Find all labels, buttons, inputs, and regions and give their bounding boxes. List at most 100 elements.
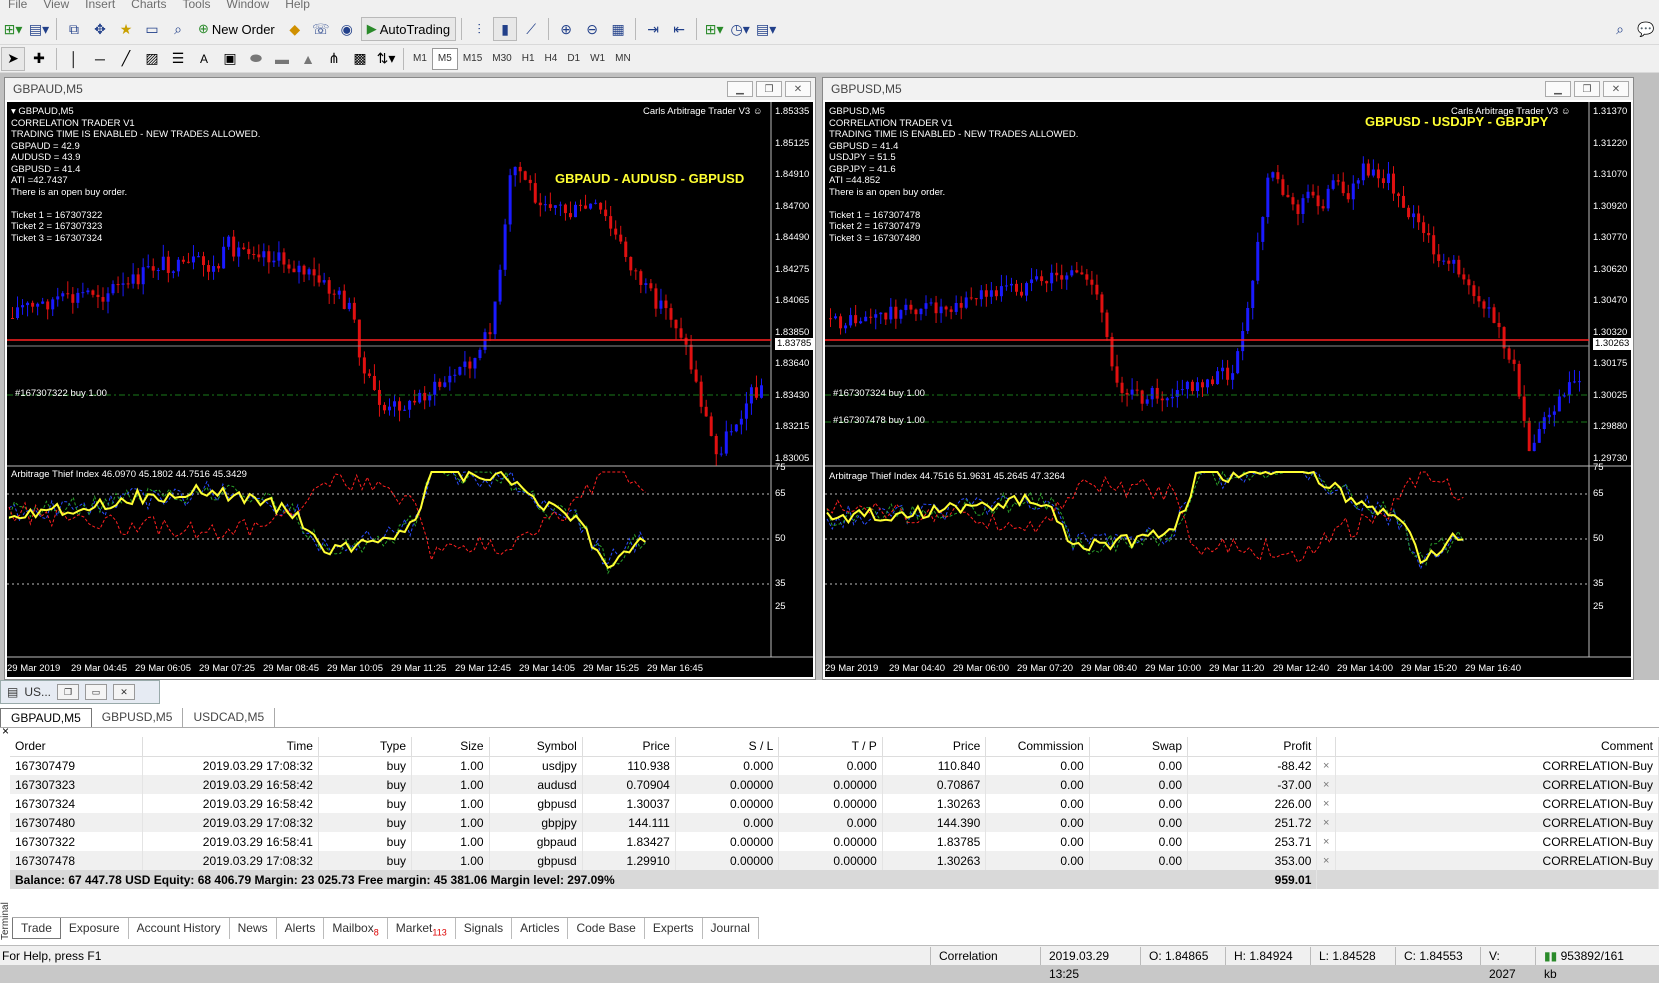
timeframe-m15[interactable]: M15 [458,48,487,70]
table-row[interactable]: 167307323 2019.03.29 16:58:42 buy 1.00 audus… [10,775,1659,794]
text-icon[interactable]: A [192,47,216,71]
chart-canvas[interactable]: ▾ GBPAUD,M5 CORRELATION TRADER V1 TRADING… [7,102,813,677]
rectangle-icon[interactable]: ▬ [270,47,294,71]
gann-icon[interactable]: ▩ [348,47,372,71]
new-chart-icon[interactable]: ⊞▾ [1,17,25,41]
column-header[interactable]: Time [142,737,319,757]
column-header[interactable]: Type [318,737,413,757]
menu-help[interactable]: Help [277,0,318,14]
terminal-titlebar[interactable]: ▤ US... ❐ ▭ ✕ [0,680,160,704]
signals-icon[interactable]: ◉ [335,17,359,41]
table-row[interactable]: 167307479 2019.03.29 17:08:32 buy 1.00 usdjp… [10,756,1659,775]
window-tab-gbpaud[interactable]: GBPAUD,M5 [0,708,92,727]
close-order-icon[interactable]: × [1316,756,1336,775]
restore-icon[interactable]: ❐ [756,81,782,97]
chart-window-gbpaud[interactable]: GBPAUD,M5 ▁ ❐ ✕ ▾ GBPAUD,M5 CORRELATION T… [4,77,816,680]
column-header[interactable]: T / P [778,737,883,757]
vertical-line-icon[interactable]: │ [62,47,86,71]
close-order-icon[interactable]: × [1316,775,1336,794]
new-order-button[interactable]: ⊕ New Order [192,17,281,41]
menu-charts[interactable]: Charts [123,0,174,14]
close-order-icon[interactable]: × [1316,851,1336,870]
timeframe-m30[interactable]: M30 [487,48,516,70]
chart-window-gbpusd[interactable]: GBPUSD,M5 ▁ ❐ ✕ GBPUSD,M5 CORRELATION TRA… [822,77,1634,680]
line-chart-icon[interactable]: ⟋ [519,17,543,41]
close-order-icon[interactable]: × [1316,832,1336,851]
zoom-in-icon[interactable]: ⊕ [554,17,578,41]
chat-icon[interactable]: ☏ [309,17,333,41]
trendline-icon[interactable]: ╱ [114,47,138,71]
table-row[interactable]: 167307322 2019.03.29 16:58:41 buy 1.00 gbpau… [10,832,1659,851]
close-icon[interactable]: ✕ [113,684,136,700]
menu-tools[interactable]: Tools [175,0,219,14]
timeframe-m1[interactable]: M1 [408,48,432,70]
timeframe-mn[interactable]: MN [610,48,636,70]
minimize-icon[interactable]: ▁ [727,81,753,97]
chart-window-titlebar[interactable]: GBPUSD,M5 ▁ ❐ ✕ [823,78,1633,100]
strategy-tester-icon[interactable]: ⌕ [166,17,190,41]
arrows-icon[interactable]: ⇅▾ [374,47,398,71]
tile-windows-icon[interactable]: ▦ [606,17,630,41]
terminal-tab-alerts[interactable]: Alerts [277,918,325,939]
indicators-icon[interactable]: ⊞▾ [702,17,726,41]
terminal-tab-code-base[interactable]: Code Base [568,918,645,939]
terminal-tab-account-history[interactable]: Account History [129,918,230,939]
table-row[interactable]: 167307324 2019.03.29 16:58:42 buy 1.00 gbpus… [10,794,1659,813]
menu-window[interactable]: Window [219,0,278,14]
cursor-icon[interactable]: ➤ [1,46,25,71]
chart-window-titlebar[interactable]: GBPAUD,M5 ▁ ❐ ✕ [5,78,815,100]
terminal-tab-trade[interactable]: Trade [12,918,61,939]
timeframe-h4[interactable]: H4 [540,48,563,70]
window-tab-gbpusd[interactable]: GBPUSD,M5 [92,708,184,727]
column-header[interactable]: S / L [675,737,780,757]
text-label-icon[interactable]: ▣ [218,47,242,71]
market-watch-icon[interactable]: ⧉ [62,17,86,41]
terminal-tab-mailbox[interactable]: Mailbox8 [324,918,388,939]
column-header[interactable]: Comment [1335,737,1659,757]
terminal-tab-exposure[interactable]: Exposure [61,918,129,939]
chat-bubble-icon[interactable]: 💬 [1634,17,1658,41]
profiles-icon[interactable]: ▤▾ [27,17,51,41]
terminal-tab-market[interactable]: Market113 [388,918,456,939]
minimize-icon[interactable]: ▁ [1545,81,1571,97]
terminal-tab-journal[interactable]: Journal [703,918,759,939]
chart-canvas[interactable]: GBPUSD,M5 CORRELATION TRADER V1 TRADING T… [825,102,1631,677]
column-header[interactable] [1316,737,1336,757]
column-header[interactable]: Profit [1187,737,1318,757]
window-tab-usdcad[interactable]: USDCAD,M5 [183,708,276,727]
terminal-tab-signals[interactable]: Signals [456,918,513,939]
maximize-icon[interactable]: ▭ [85,684,108,700]
column-header[interactable]: Symbol [489,737,583,757]
timeframe-h1[interactable]: H1 [517,48,540,70]
close-order-icon[interactable]: × [1316,813,1336,832]
column-header[interactable]: Commission [985,737,1090,757]
timeframe-w1[interactable]: W1 [585,48,610,70]
autoscroll-icon[interactable]: ⇥ [641,17,665,41]
terminal-tab-experts[interactable]: Experts [645,918,703,939]
horizontal-line-icon[interactable]: ─ [88,47,112,71]
close-icon[interactable]: ✕ [785,81,811,97]
menu-insert[interactable]: Insert [77,0,123,14]
column-header[interactable]: Swap [1089,737,1189,757]
pitchfork-icon[interactable]: ⋔ [322,47,346,71]
column-header[interactable]: Size [411,737,490,757]
periods-icon[interactable]: ◷▾ [728,17,752,41]
templates-icon[interactable]: ▤▾ [754,17,778,41]
menu-file[interactable]: File [0,0,35,14]
navigator-icon[interactable]: ★ [114,17,138,41]
search-icon[interactable]: ⌕ [1608,17,1632,41]
column-header[interactable]: Price [882,737,987,757]
column-header[interactable]: Price [582,737,676,757]
channel-icon[interactable]: ▨ [140,47,164,71]
terminal-icon[interactable]: ▭ [140,17,164,41]
ellipse-icon[interactable]: ⬬ [244,47,268,71]
fibonacci-icon[interactable]: ☰ [166,47,190,71]
data-window-icon[interactable]: ✥ [88,17,112,41]
close-order-icon[interactable]: × [1316,794,1336,813]
zoom-out-icon[interactable]: ⊖ [580,17,604,41]
restore-icon[interactable]: ❐ [1574,81,1600,97]
terminal-tab-news[interactable]: News [230,918,277,939]
timeframe-d1[interactable]: D1 [562,48,585,70]
table-row[interactable]: 167307478 2019.03.29 17:08:32 buy 1.00 gbpus… [10,851,1659,870]
bar-chart-icon[interactable]: ⫶ [467,17,491,41]
